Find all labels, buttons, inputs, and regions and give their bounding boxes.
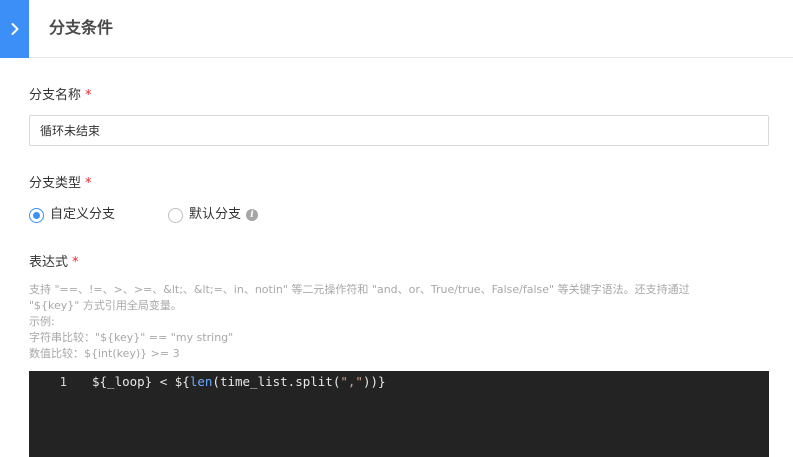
help-line: 示例: <box>29 315 55 328</box>
branch-type-label-text: 分支类型 <box>29 176 82 191</box>
code-token: ${_loop} < ${ <box>92 374 190 389</box>
radio-default-branch[interactable]: 默认分支 i <box>168 205 259 225</box>
radio-custom-branch-label: 自定义分支 <box>50 207 116 222</box>
info-icon[interactable]: i <box>246 209 259 221</box>
code-token-function: len <box>189 374 213 389</box>
panel-header: 分支条件 <box>0 0 793 58</box>
help-line: 字符串比较："${key}" == "my string" <box>29 331 234 344</box>
collapse-panel-button[interactable] <box>0 0 29 58</box>
required-mark: * <box>85 176 92 191</box>
branch-name-label: 分支名称 * <box>29 87 92 105</box>
radio-custom-branch[interactable]: 自定义分支 <box>29 205 115 225</box>
branch-type-label: 分支类型 * <box>29 175 92 193</box>
expression-code-editor[interactable]: 1 ${_loop} < ${len(time_list.split(","))… <box>29 371 769 457</box>
expression-help-text: 支持 "==、!=、>、>=、&lt;、&lt;=、in、notin" 等二元操… <box>29 282 769 362</box>
branch-name-label-text: 分支名称 <box>29 88 82 103</box>
code-token: (time_list.split( <box>212 374 341 389</box>
radio-default-branch-label: 默认分支 <box>189 207 242 222</box>
help-line: 数值比较：${int(key)} >= 3 <box>29 347 180 360</box>
line-number: 1 <box>59 374 67 389</box>
branch-name-input[interactable] <box>29 115 769 146</box>
radio-checked-icon <box>29 207 44 223</box>
chevron-right-icon <box>11 23 18 35</box>
required-mark: * <box>85 88 92 103</box>
code-token-string: "," <box>340 374 363 389</box>
page-title: 分支条件 <box>49 18 114 37</box>
help-line: "${key}" 方式引用全局变量。 <box>29 299 182 312</box>
expression-label-text: 表达式 <box>29 255 69 270</box>
expression-label: 表达式 * <box>29 254 79 272</box>
required-mark: * <box>72 255 79 270</box>
code-token: ))} <box>362 374 386 389</box>
help-line: 支持 "==、!=、>、>=、&lt;、&lt;=、in、notin" 等二元操… <box>29 283 690 296</box>
radio-unchecked-icon <box>168 207 183 223</box>
code-line[interactable]: ${_loop} < ${len(time_list.split(","))} <box>92 373 386 391</box>
